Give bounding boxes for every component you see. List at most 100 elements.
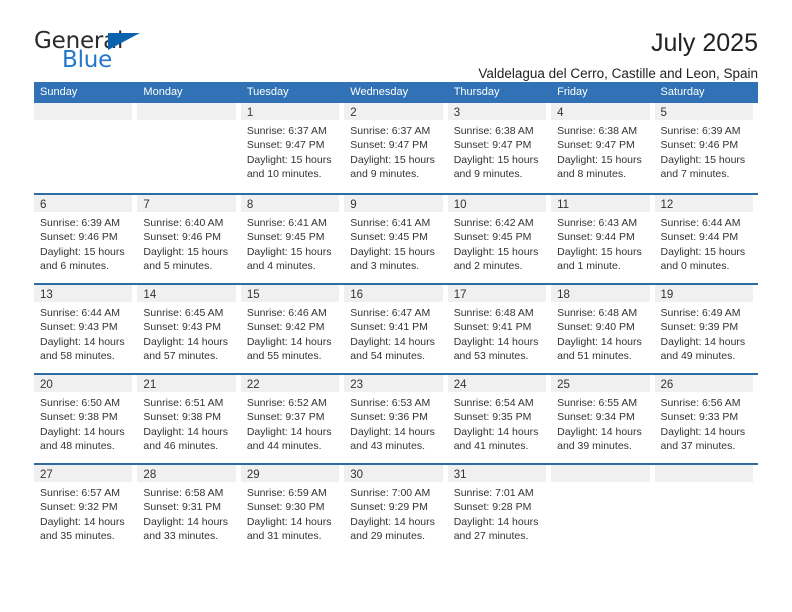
sunset-text: Sunset: 9:47 PM — [350, 139, 428, 152]
day-details: Sunrise: 6:58 AM Sunset: 9:31 PM Daylight:… — [137, 482, 235, 544]
calendar-day-cell[interactable]: 9 Sunrise: 6:41 AM Sunset: 9:45 PM Daylight… — [344, 195, 447, 283]
calendar-day-cell[interactable]: 8 Sunrise: 6:41 AM Sunset: 9:45 PM Daylight… — [240, 195, 344, 283]
logo-triangle-icon — [108, 33, 140, 50]
sunset-text: Sunset: 9:45 PM — [350, 231, 428, 244]
calendar-day-cell[interactable]: 13 Sunrise: 6:44 AM Sunset: 9:43 PM Dayligh… — [34, 285, 137, 373]
daylight-text-line2: and 58 minutes. — [40, 350, 115, 363]
sunrise-text: Sunrise: 6:57 AM — [40, 487, 120, 499]
calendar-day-cell[interactable]: 14 Sunrise: 6:45 AM Sunset: 9:43 PM Dayligh… — [137, 285, 240, 373]
calendar-day-cell[interactable]: 22 Sunrise: 6:52 AM Sunset: 9:37 PM Dayligh… — [240, 375, 344, 463]
day-number-band: 7 — [137, 195, 236, 212]
sunrise-text: Sunrise: 6:45 AM — [143, 307, 224, 319]
calendar-day-cell[interactable]: 29 Sunrise: 6:59 AM Sunset: 9:30 PM Dayligh… — [240, 465, 344, 553]
sunset-text: Sunset: 9:32 PM — [40, 501, 118, 514]
day-number: 20 — [40, 379, 53, 391]
day-number: 18 — [557, 289, 570, 301]
calendar-grid: Sunday Monday Tuesday Wednesday Thursday Frid… — [34, 82, 758, 553]
general-blue-logo: General Blue — [34, 28, 164, 76]
daylight-text-line2: and 8 minutes. — [557, 168, 626, 181]
daylight-text-line1: Daylight: 15 hours — [246, 245, 332, 258]
daylight-text-line1: Daylight: 14 hours — [40, 425, 125, 438]
sunset-text: Sunset: 9:34 PM — [557, 411, 635, 424]
calendar-day-cell[interactable]: 6 Sunrise: 6:39 AM Sunset: 9:46 PM Daylight… — [34, 195, 137, 283]
day-details: Sunrise: 6:40 AM Sunset: 9:46 PM Daylight:… — [137, 212, 235, 274]
calendar-day-cell[interactable]: 21 Sunrise: 6:51 AM Sunset: 9:38 PM Dayligh… — [137, 375, 240, 463]
daylight-text-line2: and 57 minutes. — [143, 350, 219, 363]
calendar-day-cell[interactable]: 23 Sunrise: 6:53 AM Sunset: 9:36 PM Dayligh… — [344, 375, 447, 463]
calendar-day-cell[interactable]: 30 Sunrise: 7:00 AM Sunset: 9:29 PM Dayligh… — [344, 465, 447, 553]
calendar-day-cell[interactable]: 2 Sunrise: 6:37 AM Sunset: 9:47 PM Daylight… — [344, 103, 447, 193]
day-number: 15 — [246, 289, 260, 301]
calendar-day-cell[interactable]: 11 Sunrise: 6:43 AM Sunset: 9:44 PM Dayligh… — [551, 195, 654, 283]
calendar-day-cell[interactable]: 28 Sunrise: 6:58 AM Sunset: 9:31 PM Dayligh… — [137, 465, 240, 553]
day-number: 16 — [350, 289, 364, 301]
calendar-day-cell[interactable]: 3 Sunrise: 6:38 AM Sunset: 9:47 PM Daylight… — [447, 103, 551, 193]
day-number: 30 — [350, 469, 364, 481]
calendar-day-cell[interactable]: 4 Sunrise: 6:38 AM Sunset: 9:47 PM Daylight… — [551, 103, 654, 193]
day-number: 21 — [143, 379, 157, 391]
day-details: Sunrise: 6:57 AM Sunset: 9:32 PM Daylight:… — [34, 482, 132, 544]
calendar-day-cell[interactable]: 16 Sunrise: 6:47 AM Sunset: 9:41 PM Dayligh… — [344, 285, 447, 373]
daylight-text-line2: and 49 minutes. — [660, 350, 736, 363]
weekday-header-sunday: Sunday — [40, 86, 78, 98]
daylight-text-line2: and 31 minutes. — [246, 530, 322, 543]
calendar-day-cell[interactable]: 7 Sunrise: 6:40 AM Sunset: 9:46 PM Daylight… — [137, 195, 240, 283]
calendar-day-cell[interactable]: 27 Sunrise: 6:57 AM Sunset: 9:32 PM Dayligh… — [34, 465, 137, 553]
sunrise-text: Sunrise: 6:47 AM — [350, 307, 431, 319]
calendar-day-cell[interactable]: 18 Sunrise: 6:48 AM Sunset: 9:40 PM Dayligh… — [551, 285, 654, 373]
sunrise-text: Sunrise: 6:39 AM — [40, 217, 120, 229]
calendar-day-cell[interactable]: 31 Sunrise: 7:01 AM Sunset: 9:28 PM Dayligh… — [447, 465, 551, 553]
day-number-band: 17 — [447, 285, 547, 302]
weekday-header-row: Sunday Monday Tuesday Wednesday Thursday Frid… — [34, 82, 758, 103]
daylight-text-line1: Daylight: 15 hours — [143, 245, 229, 258]
sunset-text: Sunset: 9:44 PM — [660, 231, 739, 244]
calendar-empty-cell — [551, 465, 654, 553]
daylight-text-line1: Daylight: 15 hours — [246, 153, 332, 166]
day-details: Sunrise: 6:48 AM Sunset: 9:41 PM Daylight:… — [448, 302, 546, 364]
day-details: Sunrise: 6:47 AM Sunset: 9:41 PM Daylight:… — [344, 302, 442, 364]
daylight-text-line1: Daylight: 14 hours — [143, 515, 229, 528]
daylight-text-line2: and 5 minutes. — [143, 260, 213, 273]
day-details: Sunrise: 6:39 AM Sunset: 9:46 PM Daylight:… — [34, 212, 132, 274]
daylight-text-line1: Daylight: 14 hours — [143, 335, 229, 348]
day-details: Sunrise: 6:56 AM Sunset: 9:33 PM Daylight:… — [655, 392, 753, 454]
day-number: 6 — [40, 199, 47, 211]
daylight-text-line1: Daylight: 14 hours — [350, 335, 435, 348]
sunset-text: Sunset: 9:42 PM — [246, 321, 325, 334]
weekday-header-tuesday: Tuesday — [246, 86, 289, 98]
weekday-header-saturday: Saturday — [660, 86, 705, 98]
day-details: Sunrise: 7:01 AM Sunset: 9:28 PM Daylight:… — [448, 482, 546, 544]
calendar-week-row: 6 Sunrise: 6:39 AM Sunset: 9:46 PM Daylight… — [34, 193, 758, 283]
calendar-day-cell[interactable]: 19 Sunrise: 6:49 AM Sunset: 9:39 PM Dayligh… — [654, 285, 758, 373]
calendar-day-cell[interactable]: 1 Sunrise: 6:37 AM Sunset: 9:47 PM Daylight… — [240, 103, 344, 193]
calendar-day-cell[interactable]: 20 Sunrise: 6:50 AM Sunset: 9:38 PM Dayligh… — [34, 375, 137, 463]
day-number: 22 — [246, 379, 260, 391]
calendar-day-cell[interactable]: 10 Sunrise: 6:42 AM Sunset: 9:45 PM Dayligh… — [447, 195, 551, 283]
day-number-band: 29 — [240, 465, 340, 482]
day-number: 19 — [660, 289, 674, 301]
calendar-day-cell[interactable]: 5 Sunrise: 6:39 AM Sunset: 9:46 PM Daylight… — [654, 103, 758, 193]
calendar-day-cell[interactable]: 25 Sunrise: 6:55 AM Sunset: 9:34 PM Dayligh… — [551, 375, 654, 463]
sunrise-text: Sunrise: 6:38 AM — [557, 125, 638, 137]
day-number: 29 — [246, 469, 260, 481]
daylight-text-line2: and 39 minutes. — [557, 440, 632, 453]
calendar-day-cell[interactable]: 24 Sunrise: 6:54 AM Sunset: 9:35 PM Dayligh… — [447, 375, 551, 463]
sunrise-text: Sunrise: 6:51 AM — [143, 397, 224, 409]
sunset-text: Sunset: 9:36 PM — [350, 411, 428, 424]
calendar-day-cell[interactable]: 15 Sunrise: 6:46 AM Sunset: 9:42 PM Dayligh… — [240, 285, 344, 373]
logo-text-blue: Blue — [62, 47, 113, 73]
daylight-text-line1: Daylight: 14 hours — [557, 335, 642, 348]
day-number-band: 23 — [344, 375, 443, 392]
day-details: Sunrise: 6:53 AM Sunset: 9:36 PM Daylight:… — [344, 392, 442, 454]
day-number-band: 3 — [447, 103, 547, 120]
calendar-day-cell[interactable]: 12 Sunrise: 6:44 AM Sunset: 9:44 PM Dayligh… — [654, 195, 758, 283]
daylight-text-line1: Daylight: 15 hours — [453, 245, 539, 258]
day-details: Sunrise: 6:59 AM Sunset: 9:30 PM Daylight:… — [241, 482, 339, 544]
calendar-day-cell[interactable]: 17 Sunrise: 6:48 AM Sunset: 9:41 PM Dayligh… — [447, 285, 551, 373]
daylight-text-line1: Daylight: 14 hours — [453, 425, 539, 438]
day-details: Sunrise: 6:44 AM Sunset: 9:43 PM Daylight:… — [34, 302, 132, 364]
day-number: 5 — [660, 107, 667, 119]
day-number: 3 — [453, 107, 461, 119]
daylight-text-line1: Daylight: 14 hours — [246, 425, 332, 438]
calendar-day-cell[interactable]: 26 Sunrise: 6:56 AM Sunset: 9:33 PM Dayligh… — [654, 375, 758, 463]
